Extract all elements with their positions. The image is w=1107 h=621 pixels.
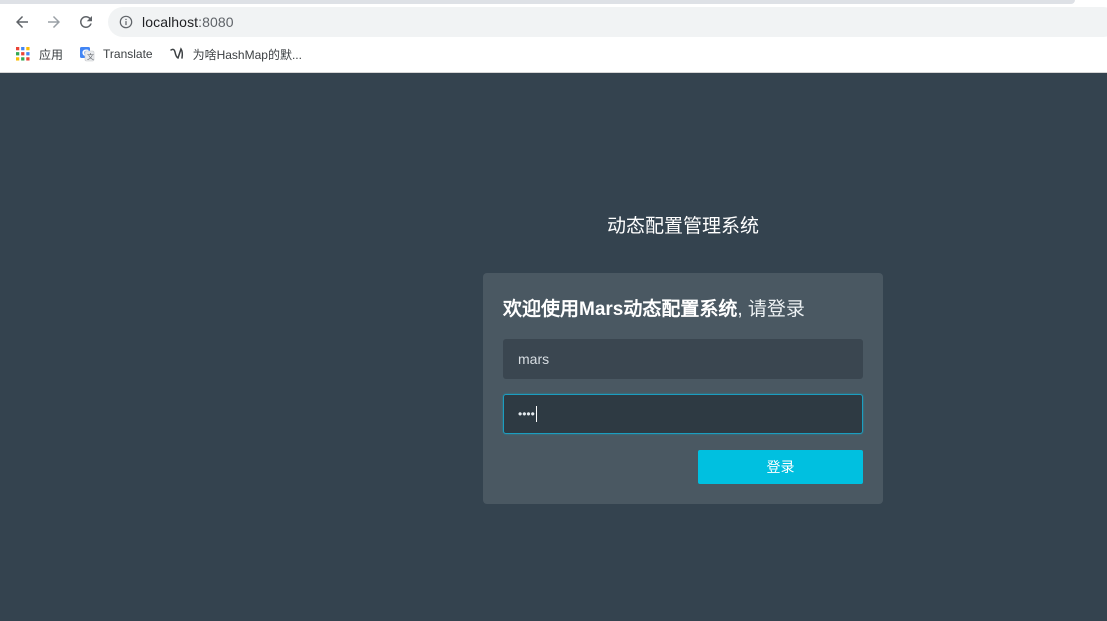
bookmarks-bar: 应用 G文 Translate 为啥HashMap的默... bbox=[0, 42, 1107, 66]
login-heading-bold: 欢迎使用Mars动态配置系统 bbox=[503, 299, 738, 320]
login-button[interactable]: 登录 bbox=[698, 450, 863, 484]
google-translate-icon: G文 bbox=[79, 46, 95, 62]
login-heading-rest: , 请登录 bbox=[737, 299, 805, 320]
bookmark-label-translate: Translate bbox=[103, 47, 153, 61]
password-mask: •••• bbox=[518, 407, 535, 421]
page-content: 动态配置管理系统 欢迎使用Mars动态配置系统, 请登录 mars •••• 登… bbox=[0, 73, 1107, 621]
bookmark-translate[interactable]: G文 Translate bbox=[73, 42, 159, 66]
bookmark-label-apps: 应用 bbox=[39, 47, 64, 62]
bookmark-favicon bbox=[169, 46, 185, 62]
login-heading: 欢迎使用Mars动态配置系统, 请登录 bbox=[503, 294, 805, 321]
page-title: 动态配置管理系统 bbox=[606, 215, 759, 237]
apps-grid-icon bbox=[15, 46, 31, 62]
username-value: mars bbox=[518, 351, 550, 367]
tab-strip-edge bbox=[0, 0, 1075, 4]
reload-button[interactable] bbox=[73, 9, 99, 35]
login-card: 欢迎使用Mars动态配置系统, 请登录 mars •••• 登录 bbox=[483, 273, 883, 504]
password-field[interactable]: •••• bbox=[503, 394, 863, 434]
url-host: localhost bbox=[142, 14, 199, 30]
arrow-right-icon bbox=[48, 16, 60, 28]
address-bar[interactable]: localhost:8080 bbox=[108, 7, 1107, 37]
text-caret bbox=[535, 406, 537, 422]
url-text[interactable]: localhost:8080 bbox=[142, 14, 234, 30]
reload-icon bbox=[79, 15, 92, 28]
bookmark-hashmap[interactable]: 为啥HashMap的默... bbox=[163, 42, 308, 66]
forward-button[interactable] bbox=[41, 9, 67, 35]
svg-text:文: 文 bbox=[87, 52, 94, 61]
url-port: :8080 bbox=[198, 14, 234, 30]
username-field[interactable]: mars bbox=[503, 339, 863, 379]
arrow-left-icon bbox=[16, 16, 28, 28]
site-info-icon[interactable] bbox=[118, 14, 134, 30]
browser-toolbar: localhost:8080 应用 G文 Translate 为啥HashMap bbox=[0, 0, 1107, 73]
bookmark-apps[interactable]: 应用 bbox=[9, 42, 69, 66]
back-button[interactable] bbox=[9, 9, 35, 35]
bookmark-label-hashmap: 为啥HashMap的默... bbox=[192, 47, 302, 62]
